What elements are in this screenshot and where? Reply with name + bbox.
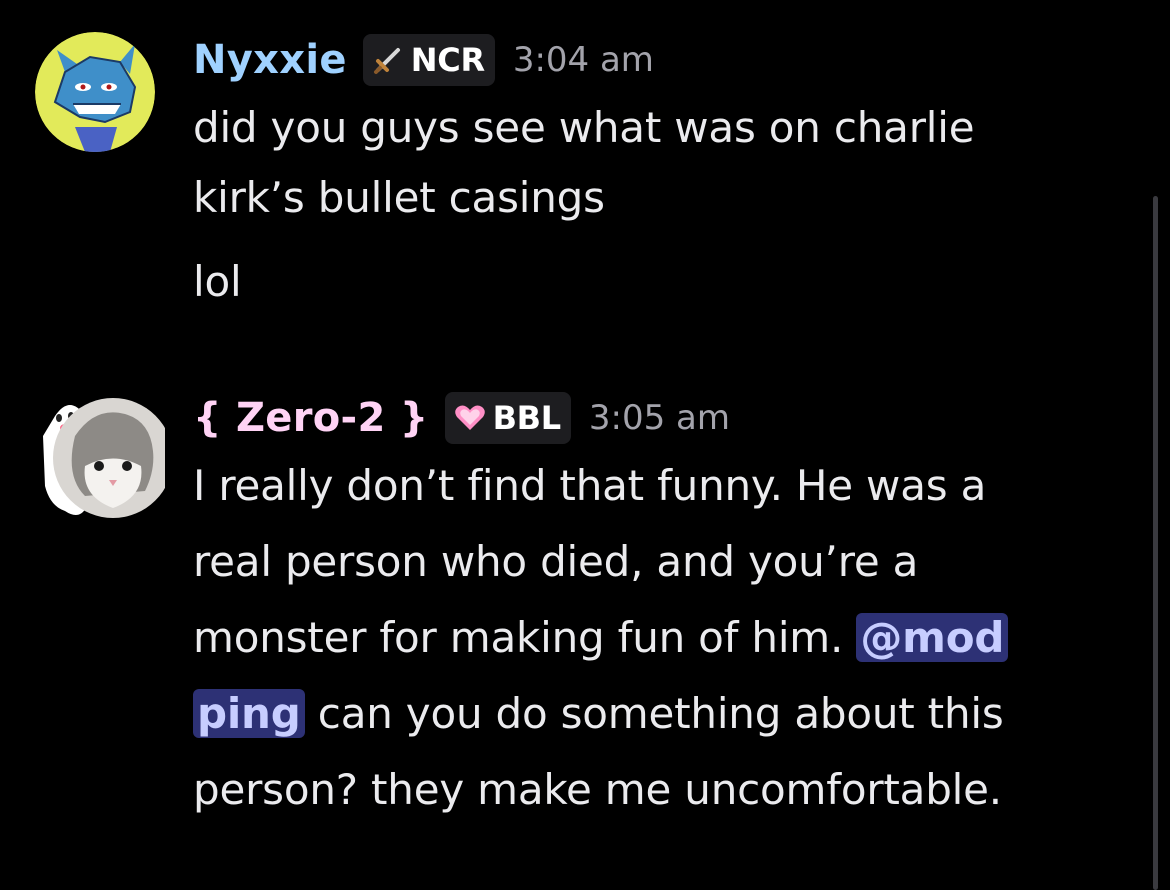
message-text: monster for making fun of him. (193, 613, 844, 662)
avatar-image (43, 398, 165, 518)
message-line: ping can you do something about this (193, 676, 1110, 752)
chat-screen: Nyxxie NCR 3:04 am did you guys see what… (0, 0, 1170, 890)
message-line: person? they make me uncomfortable. (193, 765, 1002, 814)
sword-icon (371, 43, 405, 77)
tag-label: BBL (492, 399, 562, 437)
pink-heart-icon (453, 401, 487, 435)
message-zero-2[interactable]: { Zero-2 } BBL 3:05 am I really don’t fi… (0, 388, 1150, 868)
message-line: kirk’s bullet casings (193, 173, 605, 222)
server-tag[interactable]: NCR (362, 34, 495, 86)
mention-mod-ping[interactable]: @mod (856, 613, 1009, 662)
message-header: Nyxxie NCR 3:04 am (193, 30, 1110, 90)
timestamp: 3:05 am (588, 398, 730, 438)
avatar-image (35, 32, 155, 152)
scrollbar[interactable] (1153, 196, 1158, 890)
timestamp: 3:04 am (512, 40, 654, 80)
avatar[interactable] (35, 396, 165, 518)
server-tag[interactable]: BBL (444, 392, 571, 444)
message-content: { Zero-2 } BBL 3:05 am I really don’t fi… (193, 388, 1110, 828)
message-line: monster for making fun of him. @mod (193, 600, 1110, 676)
mention-mod-ping[interactable]: ping (193, 689, 305, 738)
message-line: real person who died, and you’re a (193, 537, 919, 586)
message-header: { Zero-2 } BBL 3:05 am (193, 388, 1110, 448)
message-line: did you guys see what was on charlie (193, 103, 975, 152)
tag-label: NCR (410, 41, 485, 79)
message-line: lol (193, 257, 242, 306)
avatar[interactable] (35, 32, 155, 152)
message-text: can you do something about this (317, 689, 1004, 738)
username[interactable]: Nyxxie (193, 37, 347, 83)
message-nyxxie[interactable]: Nyxxie NCR 3:04 am did you guys see what… (0, 22, 1150, 332)
message-content: Nyxxie NCR 3:04 am did you guys see what… (193, 30, 1110, 320)
message-line: I really don’t find that funny. He was a (193, 461, 987, 510)
username[interactable]: { Zero-2 } (193, 395, 429, 441)
